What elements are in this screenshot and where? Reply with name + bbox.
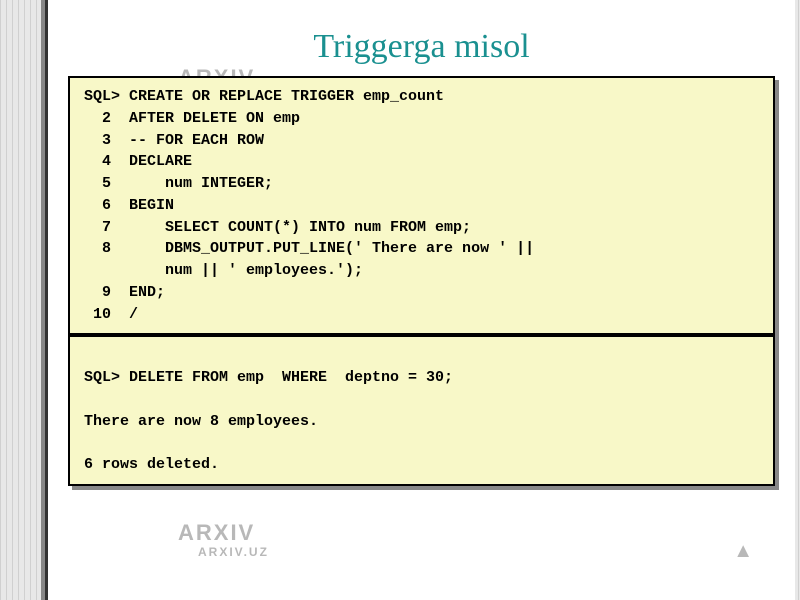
watermark-icon: ARXIV <box>178 520 255 546</box>
page-background: ARXIV ARXIV.UZ ARXIV ARXIV.UZ ARXIV ARXI… <box>0 0 800 600</box>
content-frame: ARXIV ARXIV.UZ ARXIV ARXIV.UZ ARXIV ARXI… <box>45 0 795 600</box>
watermark-icon: ▲ <box>733 540 755 563</box>
code-block-delete-result: SQL> DELETE FROM emp WHERE deptno = 30; … <box>68 335 775 486</box>
code-block-create-trigger: SQL> CREATE OR REPLACE TRIGGER emp_count… <box>68 76 775 335</box>
watermark-text: ARXIV.UZ <box>198 545 269 559</box>
page-title: Triggerga misol <box>48 0 795 76</box>
